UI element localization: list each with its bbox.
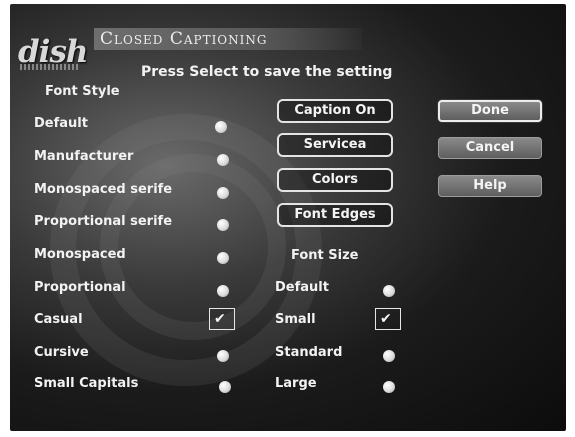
radio-dot-icon[interactable] — [217, 350, 229, 362]
done-button[interactable]: Done — [438, 100, 542, 122]
services-button[interactable]: Servicea — [277, 133, 393, 157]
cancel-button[interactable]: Cancel — [438, 137, 542, 159]
radio-dot-icon[interactable] — [217, 252, 229, 264]
option-label: Proportional serife — [34, 214, 173, 229]
font-style-heading: Font Style — [45, 84, 120, 99]
radio-dot-icon[interactable] — [383, 381, 395, 393]
option-label: Standard — [275, 345, 343, 360]
radio-dot-icon[interactable] — [217, 187, 229, 199]
option-label: Casual — [34, 312, 83, 327]
radio-dot-icon[interactable] — [217, 219, 229, 231]
font-size-heading: Font Size — [291, 248, 359, 263]
option-label: Monospaced — [34, 247, 126, 262]
radio-dot-icon[interactable] — [217, 285, 229, 297]
option-label: Monospaced serife — [34, 182, 173, 197]
radio-dot-icon[interactable] — [383, 285, 395, 297]
help-button[interactable]: Help — [438, 175, 542, 197]
selected-marker[interactable]: ✔ — [209, 308, 235, 330]
closed-captioning-screen: dish Closed Captioning Press Select to s… — [10, 4, 566, 431]
option-label: Small Capitals — [34, 376, 139, 391]
logo-tagline — [20, 64, 80, 70]
radio-dot-icon[interactable] — [217, 154, 229, 166]
check-icon: ✔ — [214, 311, 226, 327]
option-label: Default — [34, 116, 88, 131]
option-label: Manufacturer — [34, 149, 134, 164]
font-edges-button[interactable]: Font Edges — [277, 203, 393, 227]
check-icon: ✔ — [380, 311, 392, 327]
option-label: Cursive — [34, 345, 89, 360]
option-label: Proportional — [34, 280, 126, 295]
screen-title: Closed Captioning — [100, 29, 268, 49]
option-label: Large — [275, 376, 317, 391]
radio-dot-icon[interactable] — [219, 381, 231, 393]
selected-marker[interactable]: ✔ — [375, 308, 401, 330]
option-label: Default — [275, 280, 329, 295]
radio-dot-icon[interactable] — [383, 350, 395, 362]
radio-dot-icon[interactable] — [215, 121, 227, 133]
caption-on-button[interactable]: Caption On — [277, 99, 393, 123]
colors-button[interactable]: Colors — [277, 168, 393, 192]
option-label: Small — [275, 312, 316, 327]
instruction-text: Press Select to save the setting — [141, 64, 393, 80]
